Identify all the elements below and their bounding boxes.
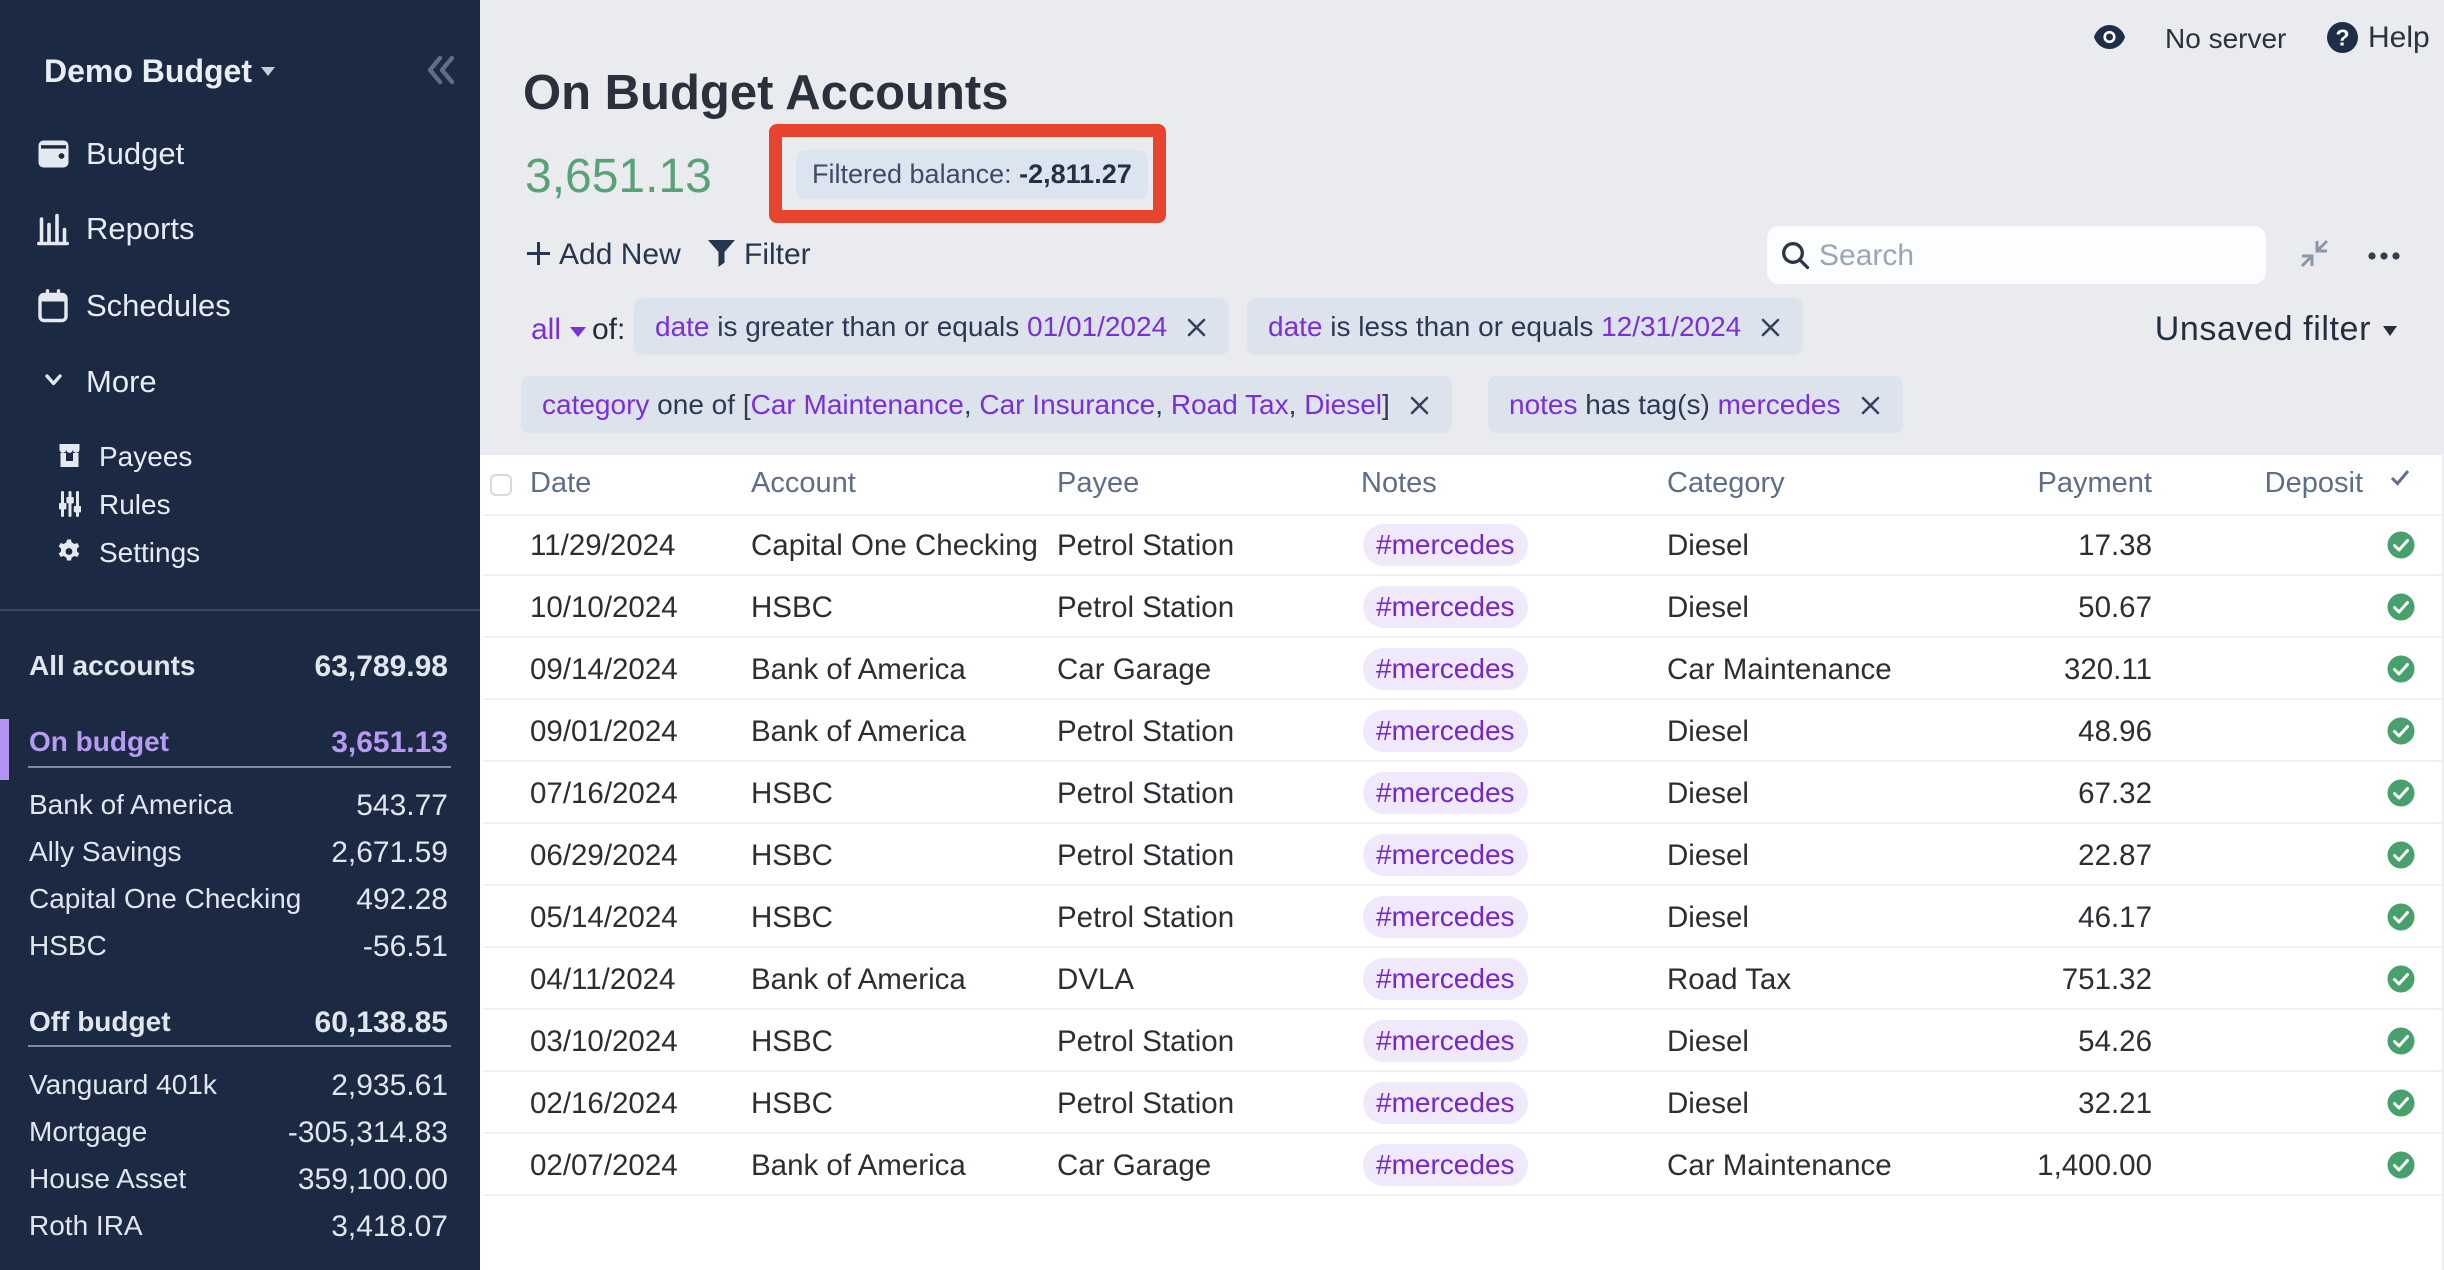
svg-text:?: ? — [2335, 25, 2349, 51]
